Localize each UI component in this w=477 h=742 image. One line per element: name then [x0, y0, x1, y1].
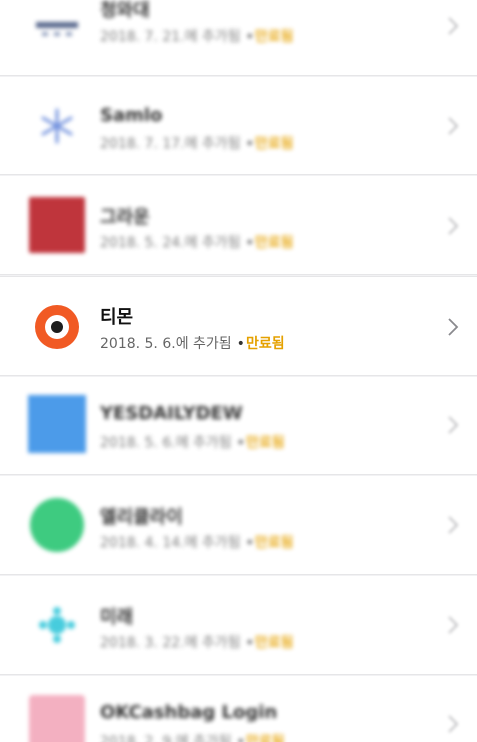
- list-item-app-7[interactable]: OKCashbag Login 2018. 2. 9.에 추가됨 •만료됨: [0, 676, 477, 742]
- chevron-right-icon: [448, 715, 459, 733]
- list-item-app-6[interactable]: 미래 2018. 3. 22.에 추가됨 •만료됨: [0, 576, 477, 675]
- added-date: 2018. 7. 17.에 추가됨: [100, 136, 241, 152]
- app-subtitle: 2018. 4. 14.에 추가됨 •만료됨: [100, 532, 293, 552]
- app-title: YESDAILYDEW: [100, 403, 243, 424]
- added-date: 2018. 3. 22.에 추가됨: [100, 635, 241, 651]
- app-subtitle: 2018. 3. 22.에 추가됨 •만료됨: [100, 632, 293, 652]
- app-title: 미래: [100, 607, 134, 628]
- chevron-right-icon: [448, 117, 459, 135]
- added-date: 2018. 7. 21.에 추가됨: [100, 29, 241, 45]
- logo-icon: [28, 0, 86, 58]
- tmon-icon: [28, 298, 86, 356]
- separator-dot: •: [245, 535, 254, 551]
- app-subtitle: 2018. 7. 17.에 추가됨 •만료됨: [100, 133, 293, 153]
- status-badge: 만료됨: [254, 29, 294, 45]
- list-item-tmon[interactable]: 티몬 2018. 5. 6.에 추가됨 •만료됨: [0, 276, 477, 376]
- added-date: 2018. 5. 6.에 추가됨: [100, 336, 232, 352]
- separator-dot: •: [245, 635, 254, 651]
- list-item-app-5[interactable]: 엘리클라이 2018. 4. 14.에 추가됨 •만료됨: [0, 476, 477, 575]
- app-title: 엘리클라이: [100, 507, 183, 528]
- list-item-app-1[interactable]: Samlo 2018. 7. 17.에 추가됨 •만료됨: [0, 77, 477, 175]
- added-date: 2018. 5. 24.에 추가됨: [100, 235, 241, 251]
- app-title: OKCashbag Login: [100, 702, 278, 723]
- app-subtitle: 2018. 7. 21.에 추가됨 •만료됨: [100, 26, 293, 46]
- list-item-app-0[interactable]: 청와대 2018. 7. 21.에 추가됨 •만료됨: [0, 0, 477, 76]
- chevron-right-icon: [448, 616, 459, 634]
- app-title: Samlo: [100, 105, 163, 126]
- chevron-right-icon: [448, 416, 459, 434]
- chevron-right-icon: [448, 318, 459, 336]
- app-subtitle: 2018. 2. 9.에 추가됨 •만료됨: [100, 731, 285, 742]
- status-badge: 만료됨: [254, 235, 294, 251]
- separator-dot: •: [245, 29, 254, 45]
- red-app-icon: [28, 196, 86, 254]
- cyan-app-icon: [28, 596, 86, 654]
- separator-dot: •: [245, 136, 254, 152]
- snowflake-icon: [28, 97, 86, 155]
- status-badge: 만료됨: [245, 336, 285, 352]
- app-subtitle: 2018. 5. 6.에 추가됨 •만료됨: [100, 333, 285, 353]
- list-item-app-2[interactable]: 그라운 2018. 5. 24.에 추가됨 •만료됨: [0, 176, 477, 275]
- separator-dot: •: [236, 734, 245, 742]
- app-subtitle: 2018. 5. 24.에 추가됨 •만료됨: [100, 232, 293, 252]
- status-badge: 만료됨: [245, 734, 285, 742]
- status-badge: 만료됨: [245, 435, 285, 451]
- pink-app-icon: [28, 694, 86, 742]
- separator-dot: •: [236, 435, 245, 451]
- authorized-apps-list: 청와대 2018. 7. 21.에 추가됨 •만료됨 Samlo 2018. 7…: [0, 0, 477, 742]
- separator-dot: •: [236, 336, 245, 352]
- status-badge: 만료됨: [254, 635, 294, 651]
- added-date: 2018. 4. 14.에 추가됨: [100, 535, 241, 551]
- blue-app-icon: [28, 395, 86, 453]
- status-badge: 만료됨: [254, 535, 294, 551]
- chevron-right-icon: [448, 217, 459, 235]
- app-list-screen: 청와대 2018. 7. 21.에 추가됨 •만료됨 Samlo 2018. 7…: [0, 0, 477, 742]
- app-title: 청와대: [100, 0, 150, 21]
- chevron-right-icon: [448, 17, 459, 35]
- app-title: 그라운: [100, 207, 150, 228]
- added-date: 2018. 2. 9.에 추가됨: [100, 734, 232, 742]
- chevron-right-icon: [448, 516, 459, 534]
- added-date: 2018. 5. 6.에 추가됨: [100, 435, 232, 451]
- green-app-icon: [28, 496, 86, 554]
- app-subtitle: 2018. 5. 6.에 추가됨 •만료됨: [100, 432, 285, 452]
- list-item-app-4[interactable]: YESDAILYDEW 2018. 5. 6.에 추가됨 •만료됨: [0, 377, 477, 475]
- status-badge: 만료됨: [254, 136, 294, 152]
- app-title: 티몬: [100, 307, 134, 328]
- separator-dot: •: [245, 235, 254, 251]
